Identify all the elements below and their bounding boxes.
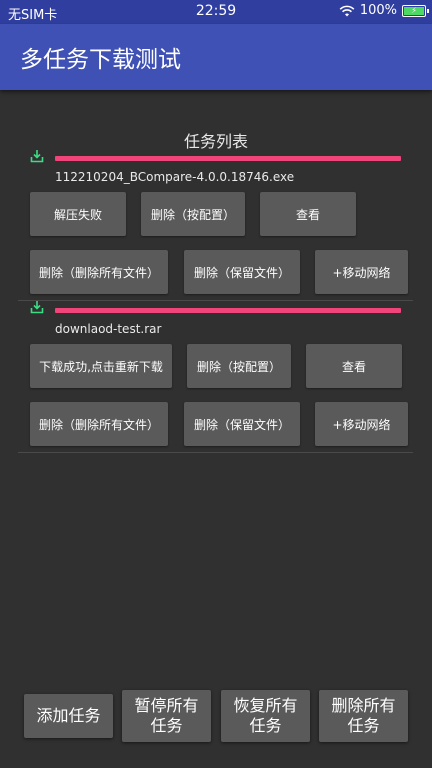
add-mobile-network-button[interactable]: +移动网络 bbox=[315, 402, 408, 446]
wifi-icon bbox=[339, 5, 355, 16]
pause-all-button[interactable]: 暂停所有 任务 bbox=[122, 690, 211, 742]
progress-bar bbox=[55, 156, 401, 161]
task-list-title: 任务列表 bbox=[183, 132, 248, 151]
divider bbox=[18, 452, 413, 453]
status-icons: 100% ⚡ bbox=[339, 3, 429, 18]
delete-keep-files-button[interactable]: 删除（保留文件） bbox=[184, 402, 300, 446]
delete-by-config-button[interactable]: 删除（按配置） bbox=[141, 192, 245, 236]
download-icon bbox=[30, 150, 44, 163]
delete-by-config-button[interactable]: 删除（按配置） bbox=[187, 344, 291, 388]
view-button[interactable]: 查看 bbox=[260, 192, 356, 236]
pause-all-label: 暂停所有 任务 bbox=[134, 696, 199, 735]
resume-all-label: 恢复所有 任务 bbox=[233, 696, 298, 735]
progress-bar bbox=[55, 308, 401, 313]
delete-all-files-button[interactable]: 删除（删除所有文件） bbox=[30, 250, 168, 294]
task-filename: downlaod-test.rar bbox=[55, 322, 162, 336]
download-icon bbox=[30, 301, 44, 314]
status-button[interactable]: 下载成功,点击重新下载 bbox=[30, 344, 172, 388]
status-bar: 无SIM卡 22:59 100% ⚡ bbox=[0, 0, 432, 24]
app-title: 多任务下载测试 bbox=[20, 47, 181, 73]
add-task-button[interactable]: 添加任务 bbox=[24, 694, 113, 738]
battery-icon: ⚡ bbox=[402, 4, 429, 17]
add-task-label: 添加任务 bbox=[36, 706, 101, 725]
task-filename: 112210204_BCompare-4.0.0.18746.exe bbox=[55, 170, 295, 184]
view-button[interactable]: 查看 bbox=[306, 344, 402, 388]
delete-keep-files-button[interactable]: 删除（保留文件） bbox=[184, 250, 300, 294]
divider bbox=[18, 300, 413, 301]
app-bar: 多任务下载测试 bbox=[0, 24, 432, 90]
status-button[interactable]: 解压失败 bbox=[30, 192, 126, 236]
battery-percent: 100% bbox=[359, 3, 397, 18]
delete-all-files-button[interactable]: 删除（删除所有文件） bbox=[30, 402, 168, 446]
delete-all-tasks-label: 删除所有 任务 bbox=[331, 696, 396, 735]
add-mobile-network-button[interactable]: +移动网络 bbox=[315, 250, 408, 294]
delete-all-tasks-button[interactable]: 删除所有 任务 bbox=[319, 690, 408, 742]
resume-all-button[interactable]: 恢复所有 任务 bbox=[221, 690, 310, 742]
